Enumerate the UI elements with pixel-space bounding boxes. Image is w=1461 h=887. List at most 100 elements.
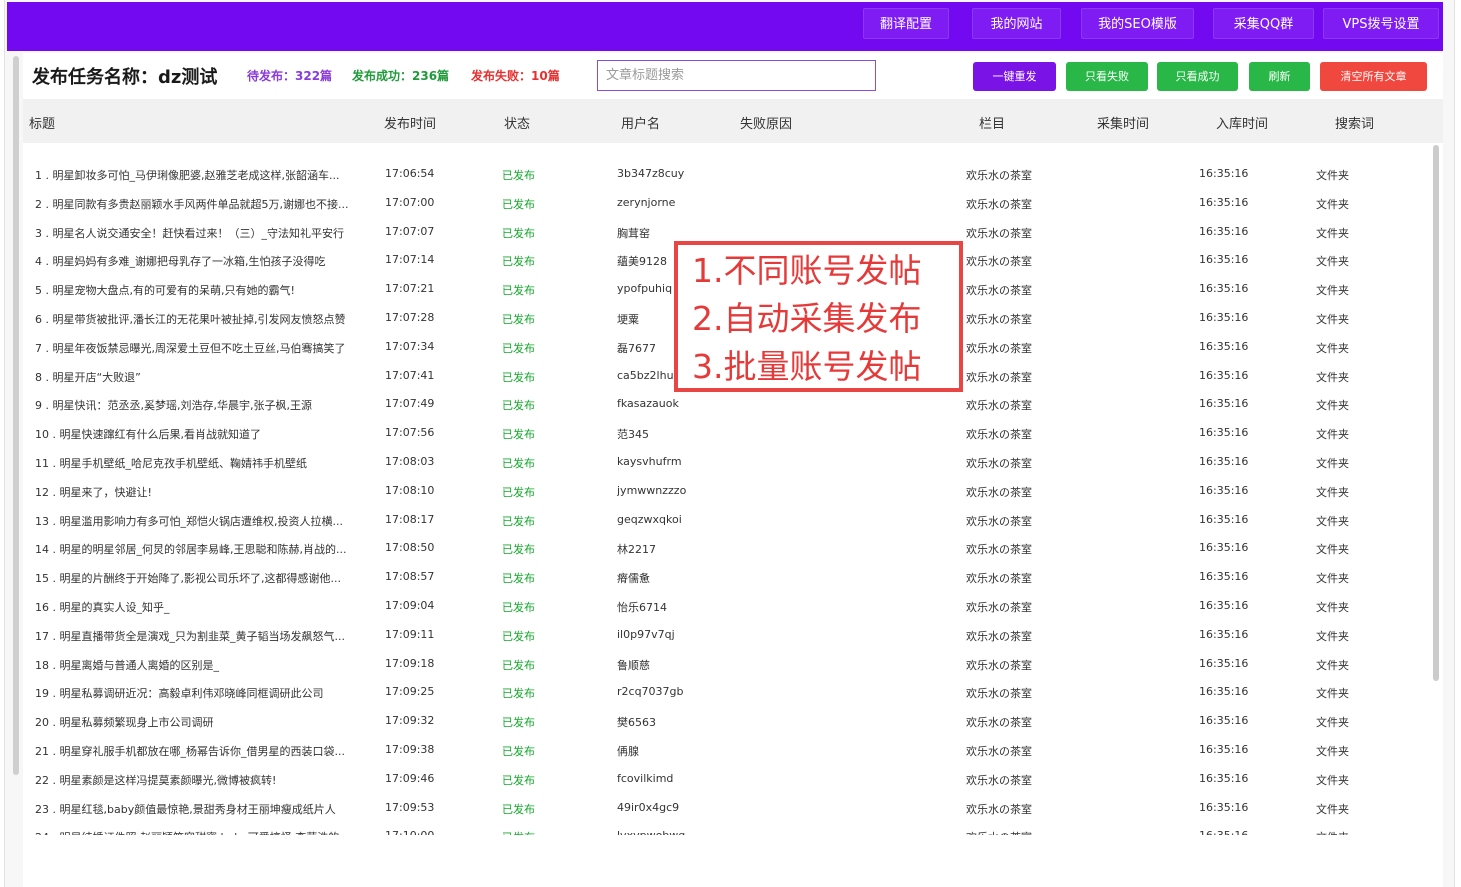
nav-vps-dialup-settings[interactable]: VPS拨号设置: [1323, 8, 1439, 39]
cell-username: 3b347z8cuy: [617, 167, 685, 180]
cell-stored-time: 16:35:16: [1199, 397, 1249, 411]
cell-category: 欢乐水の茶室: [966, 399, 1032, 413]
cell-status: 已发布: [502, 572, 535, 586]
table-row[interactable]: 15 . 明星的片酬终于开始降了,影视公司乐坏了,这都得感谢他... 17:08:…: [23, 562, 1423, 590]
refresh-button[interactable]: 刷新: [1249, 62, 1310, 91]
cell-publish-time: 17:07:56: [385, 426, 435, 440]
table-row[interactable]: 13 . 明星滥用影响力有多可怕_郑恺火锅店遭维权,投资人拉横... 17:08:…: [23, 505, 1423, 533]
cell-title: 12 . 明星来了，快避让!: [35, 485, 152, 499]
cell-username: kaysvhufrm: [617, 455, 682, 468]
cell-username: 侢腺: [617, 745, 639, 758]
cell-search-keyword: 文件夹: [1316, 601, 1349, 614]
cell-stored-time: 16:35:16: [1199, 685, 1249, 699]
nav-my-seo-templates[interactable]: 我的SEO模版: [1081, 8, 1194, 39]
cell-status: 已发布: [502, 313, 535, 326]
cell-title: 13 . 明星滥用影响力有多可怕_郑恺火锅店遭维权,投资人拉横...: [35, 514, 343, 528]
cell-publish-time: 17:09:38: [385, 743, 435, 756]
cell-username: 鲁顺慈: [617, 658, 650, 672]
cell-stored-time: 16:35:16: [1199, 829, 1279, 835]
cell-stored-time: 16:35:16: [1199, 771, 1249, 785]
cell-publish-time: 17:09:18: [385, 656, 435, 670]
table-row[interactable]: 21 . 明星穿礼服手机都放在哪_杨幂告诉你_借男星的西装口袋... 17:09:…: [23, 735, 1423, 763]
table-row[interactable]: 16 . 明星的真实人设_知乎_ 17:09:04 已发布 怡乐6714 欢乐水の茶室 1…: [23, 591, 1423, 619]
cell-title: 11 . 明星手机壁纸_哈尼克孜手机壁纸、鞠婧祎手机壁纸: [35, 457, 307, 470]
cell-publish-time: 17:06:54: [385, 167, 435, 180]
column-header-status[interactable]: 状态: [504, 113, 530, 132]
nav-my-websites[interactable]: 我的网站: [972, 8, 1061, 39]
cell-title: 23 . 明星红毯,baby颜值最惊艳,景甜秀身材王丽坤瘦成纸片人: [35, 802, 336, 816]
cell-publish-time: 17:08:03: [385, 455, 435, 468]
publish-task-panel: 发布任务名称：dz测试 待发布：322篇 发布成功：236篇 发布失败：10篇 …: [23, 53, 1443, 887]
nav-translate-config[interactable]: 翻译配置: [863, 8, 949, 39]
cell-username: il0p97v7qj: [617, 627, 675, 641]
cell-search-keyword: 文件夹: [1316, 399, 1349, 413]
cell-username: zerynjorne: [617, 195, 676, 209]
callout-line-2: 2.自动采集发布: [692, 299, 922, 338]
column-header-title[interactable]: 标题: [29, 113, 55, 132]
nav-collect-qq-group[interactable]: 采集QQ群: [1213, 8, 1314, 39]
column-header-collect-time[interactable]: 采集时间: [1097, 113, 1149, 132]
cell-publish-time: 17:08:10: [385, 483, 435, 497]
failed-count: 发布失败：10篇: [471, 69, 560, 83]
table-vertical-scrollbar[interactable]: [1433, 145, 1439, 681]
cell-title: 1 . 明星卸妆多可怕_马伊琍像肥婆,赵雅芝老成这样,张韶涵车...: [35, 169, 340, 182]
column-header-username[interactable]: 用户名: [621, 113, 660, 132]
cell-status: 已发布: [502, 802, 535, 816]
only-success-button[interactable]: 只看成功: [1157, 62, 1238, 91]
cell-publish-time: 17:08:50: [385, 541, 435, 555]
cell-status: 已发布: [502, 601, 535, 614]
cell-status: 已发布: [502, 226, 535, 240]
column-header-fail-reason[interactable]: 失败原因: [740, 113, 792, 132]
cell-category: 欢乐水の茶室: [966, 457, 1032, 470]
cell-stored-time: 16:35:16: [1199, 541, 1249, 555]
left-scrollbar[interactable]: [13, 56, 19, 775]
column-header-search-keyword[interactable]: 搜索词: [1335, 113, 1374, 132]
table-row[interactable]: 19 . 明星私募调研近况：高毅卓利伟邓晓峰同框调研此公司 17:09:25 已发布…: [23, 677, 1423, 705]
table-row[interactable]: 11 . 明星手机壁纸_哈尼克孜手机壁纸、鞠婧祎手机壁纸 17:08:03 已发布 k…: [23, 447, 1423, 475]
cell-username: 瘠儒惫: [617, 572, 650, 586]
clear-all-articles-button[interactable]: 清空所有文章: [1320, 62, 1427, 91]
cell-category: 欢乐水の茶室: [966, 716, 1032, 730]
cell-username: fcovilkimd: [617, 771, 674, 785]
article-title-search-input[interactable]: [597, 60, 876, 91]
cell-publish-time: 17:07:49: [385, 397, 435, 411]
table-row[interactable]: 18 . 明星离婚与普通人离婚的区别是_ 17:09:18 已发布 鲁顺慈 欢乐水の茶室…: [23, 649, 1423, 677]
cell-title: 16 . 明星的真实人设_知乎_: [35, 601, 170, 614]
cell-stored-time: 16:35:16: [1199, 253, 1249, 267]
cell-stored-time: 16:35:16: [1199, 656, 1249, 670]
cell-username: fkasazauok: [617, 397, 679, 411]
cell-publish-time: 17:08:57: [385, 570, 435, 584]
table-row[interactable]: 20 . 明星私募频繁现身上市公司调研 17:09:32 已发布 樊6563 欢乐水の茶…: [23, 706, 1423, 734]
table-row[interactable]: 9 . 明星快讯：范丞丞,奚梦瑶,刘浩存,华晨宇,张子枫,王源 17:07:49 已…: [23, 389, 1423, 417]
table-row[interactable]: 24 . 明星结婚证件照,赵丽颖笑容甜蜜,baby可爱搞怪,李荣浩的... 17:…: [23, 821, 1423, 835]
cell-publish-time: 17:09:25: [385, 685, 435, 699]
table-row[interactable]: 10 . 明星快速蹿红有什么后果,看肖战就知道了 17:07:56 已发布 范345 欢…: [23, 418, 1423, 446]
table-row[interactable]: 17 . 明星直播带货全是演戏_只为割韭菜_黄子韬当场发飙怒气... 17:09:…: [23, 620, 1423, 648]
table-row[interactable]: 2 . 明星同款有多贵赵丽颖水手风两件单品就超5万,谢娜也不接... 17:07:…: [23, 188, 1423, 216]
app-window: 翻译配置 我的网站 我的SEO模版 采集QQ群 VPS拨号设置 发布任务名称：d…: [4, 0, 1455, 887]
column-header-category[interactable]: 栏目: [979, 113, 1005, 132]
cell-category: 欢乐水の茶室: [966, 370, 1032, 384]
cell-publish-time: 17:07:34: [385, 339, 435, 353]
cell-search-keyword: 文件夹: [1316, 687, 1349, 701]
table-row[interactable]: 23 . 明星红毯,baby颜值最惊艳,景甜秀身材王丽坤瘦成纸片人 17:09:5…: [23, 793, 1423, 821]
column-header-publish-time[interactable]: 发布时间: [384, 113, 436, 132]
table-row[interactable]: 1 . 明星卸妆多可怕_马伊琍像肥婆,赵雅芝老成这样,张韶涵车... 17:06:…: [23, 159, 1423, 187]
cell-publish-time: 17:08:17: [385, 512, 435, 526]
table-row[interactable]: 12 . 明星来了，快避让! 17:08:10 已发布 jymwwnzzzo 欢乐水の茶…: [23, 476, 1423, 504]
cell-title: 14 . 明星的明星邻居_何炅的邻居李易峰,王思聪和陈赫,肖战的...: [35, 543, 347, 557]
cell-status: 已发布: [502, 197, 535, 211]
cell-title: 7 . 明星年夜饭禁忌曝光,周深爱土豆但不吃土豆丝,马伯骞搞笑了: [35, 341, 346, 355]
table-row[interactable]: 14 . 明星的明星邻居_何炅的邻居李易峰,王思聪和陈赫,肖战的... 17:08…: [23, 533, 1423, 561]
cell-category: 欢乐水の茶室: [966, 601, 1032, 614]
cell-publish-time: 17:07:14: [385, 253, 435, 267]
only-failed-button[interactable]: 只看失败: [1066, 62, 1148, 91]
table-row[interactable]: 22 . 明星素颜是这样冯提莫素颜曝光,微博被疯转! 17:09:46 已发布 fco…: [23, 764, 1423, 792]
cell-category: 欢乐水の茶室: [966, 687, 1032, 701]
cell-category: 欢乐水の茶室: [966, 197, 1032, 211]
cell-category: 欢乐水の茶室: [966, 514, 1032, 528]
republish-all-button[interactable]: 一键重发: [973, 62, 1056, 91]
column-header-stored-time[interactable]: 入库时间: [1216, 113, 1268, 132]
cell-status: 已发布: [502, 745, 535, 758]
cell-username: geqzwxqkoi: [617, 512, 682, 526]
